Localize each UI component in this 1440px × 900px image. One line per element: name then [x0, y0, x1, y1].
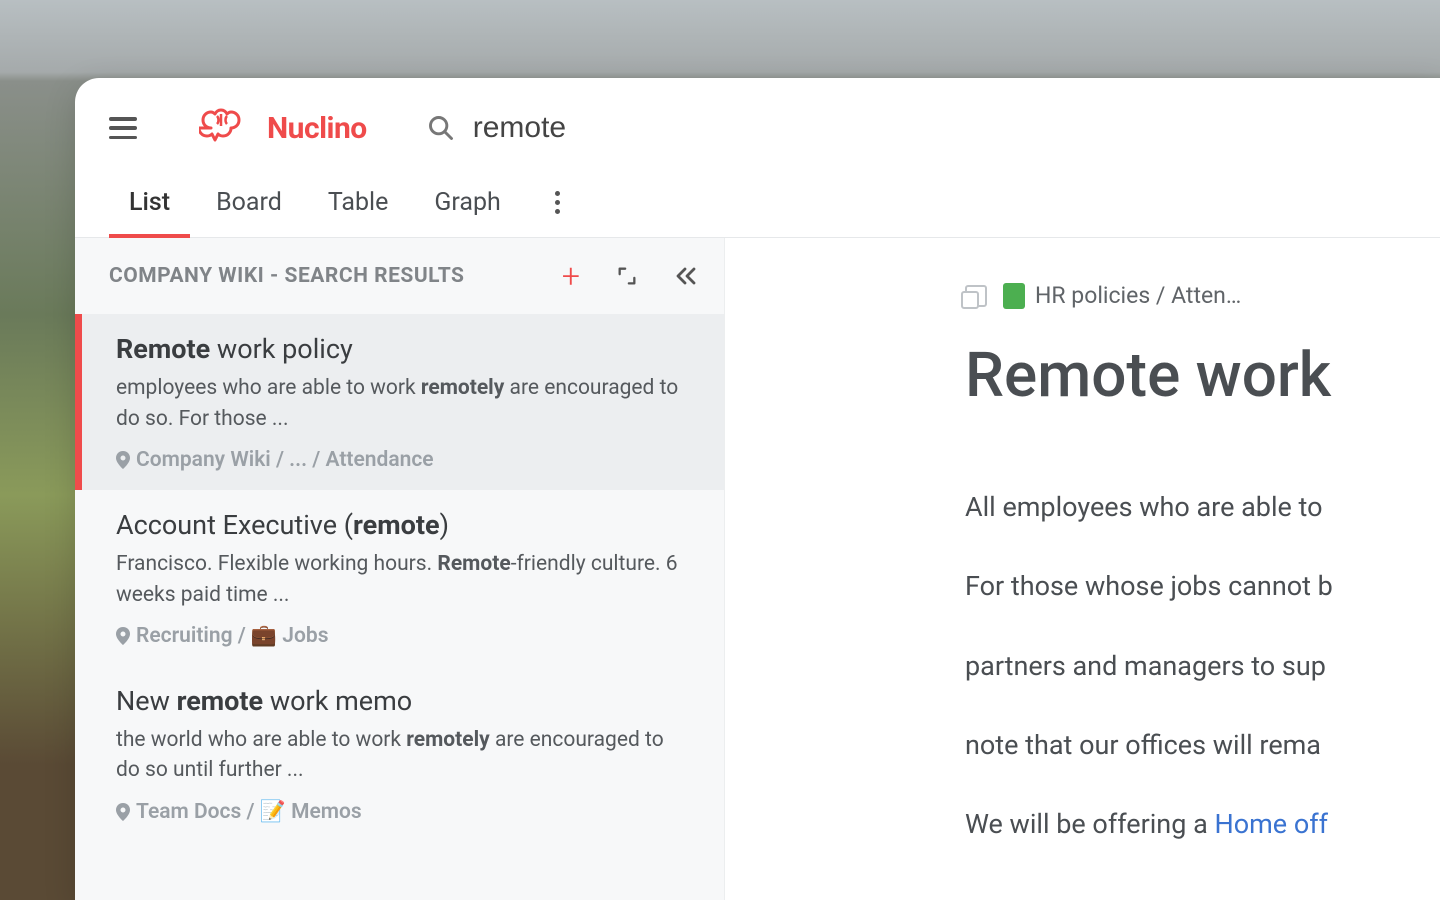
result-path: Recruiting / 💼 Jobs — [116, 624, 690, 648]
document-pane: HR policies / Atten… Remote work All emp… — [725, 238, 1440, 900]
collapse-icon[interactable] — [674, 266, 698, 286]
tab-board[interactable]: Board — [216, 188, 282, 237]
sidebar-title: COMPANY WIKI - SEARCH RESULTS — [109, 264, 464, 288]
result-title: New remote work memo — [116, 684, 690, 719]
paragraph: We will be offering a Home off — [965, 799, 1440, 850]
view-tabs: List Board Table Graph — [75, 160, 1440, 238]
search-area — [427, 111, 873, 145]
location-icon — [116, 803, 130, 821]
sidebar-header: COMPANY WIKI - SEARCH RESULTS + — [75, 238, 724, 314]
paragraph: For those whose jobs cannot b — [965, 561, 1440, 612]
search-input[interactable] — [473, 111, 873, 145]
app-window: Nuclino List Board Table Graph COMPANY W… — [75, 78, 1440, 900]
body: COMPANY WIKI - SEARCH RESULTS + Remote w… — [75, 238, 1440, 900]
expand-icon[interactable] — [616, 265, 638, 287]
result-snippet: the world who are able to work remotely … — [116, 725, 690, 786]
search-result[interactable]: Remote work policy employees who are abl… — [75, 314, 724, 490]
result-snippet: Francisco. Flexible working hours. Remot… — [116, 549, 690, 610]
brain-icon — [199, 106, 255, 150]
result-title: Account Executive (remote) — [116, 508, 690, 543]
paragraph: All employees who are able to — [965, 482, 1440, 533]
tab-table[interactable]: Table — [328, 188, 389, 237]
search-result[interactable]: Account Executive (remote) Francisco. Fl… — [75, 490, 724, 666]
add-icon[interactable]: + — [562, 260, 580, 292]
paragraph: note that our offices will rema — [965, 720, 1440, 771]
result-path: Company Wiki / ... / Attendance — [116, 448, 690, 472]
search-icon[interactable] — [427, 114, 455, 142]
tab-graph[interactable]: Graph — [434, 188, 500, 237]
book-icon — [1003, 283, 1025, 309]
location-icon — [116, 451, 130, 469]
stack-icon — [965, 285, 987, 307]
result-path: Team Docs / 📝 Memos — [116, 800, 690, 824]
location-icon — [116, 627, 130, 645]
menu-icon[interactable] — [109, 117, 137, 139]
breadcrumb-text: HR policies / Atten… — [1035, 282, 1241, 309]
breadcrumb[interactable]: HR policies / Atten… — [965, 282, 1440, 309]
result-title: Remote work policy — [116, 332, 690, 367]
paragraph: partners and managers to sup — [965, 641, 1440, 692]
logo-text: Nuclino — [267, 111, 367, 146]
search-result[interactable]: New remote work memo the world who are a… — [75, 666, 724, 842]
result-snippet: employees who are able to work remotely … — [116, 373, 690, 434]
header: Nuclino — [75, 78, 1440, 160]
more-icon[interactable] — [555, 191, 560, 234]
sidebar: COMPANY WIKI - SEARCH RESULTS + Remote w… — [75, 238, 725, 900]
tab-list[interactable]: List — [129, 188, 170, 237]
logo[interactable]: Nuclino — [199, 106, 367, 150]
page-title: Remote work — [965, 339, 1440, 412]
search-results: Remote work policy employees who are abl… — [75, 314, 724, 900]
link[interactable]: Home off — [1214, 808, 1328, 840]
